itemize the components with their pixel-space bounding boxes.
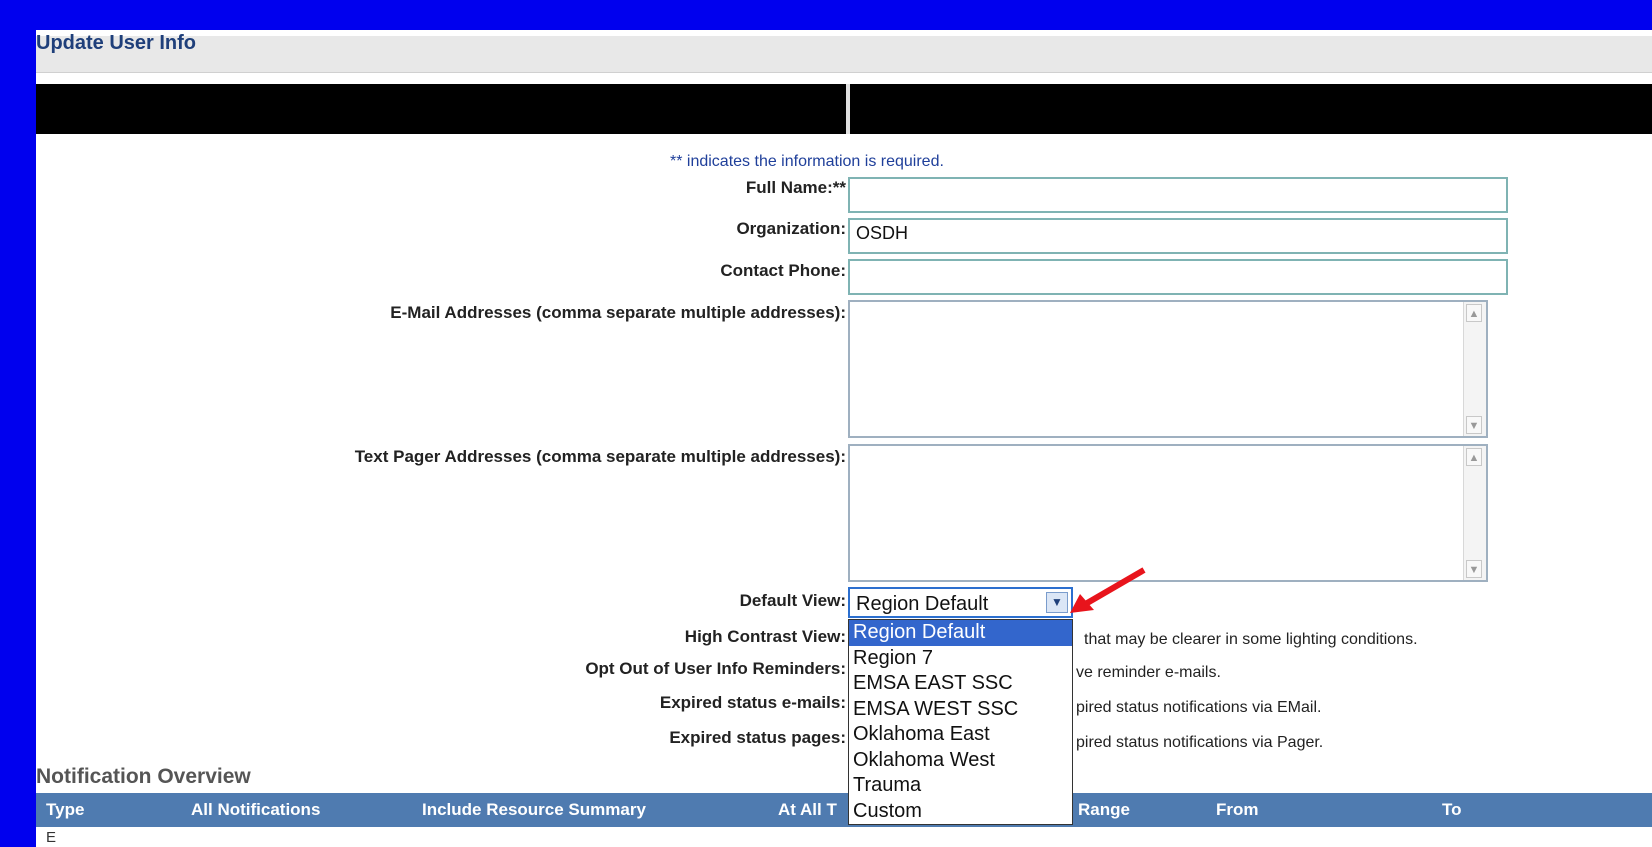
- dropdown-option[interactable]: Trauma: [849, 773, 1072, 799]
- scroll-down-icon[interactable]: ▼: [1466, 560, 1482, 578]
- dropdown-option[interactable]: Region Default: [849, 620, 1072, 646]
- pager-addresses-textarea[interactable]: ▲ ▼: [848, 444, 1488, 582]
- pager-scrollbar[interactable]: ▲ ▼: [1463, 446, 1486, 580]
- organization-label: Organization:: [736, 219, 846, 238]
- high-contrast-description: that may be clearer in some lighting con…: [1084, 631, 1418, 648]
- notification-table-header: Type All Notifications Include Resource …: [36, 793, 1652, 827]
- full-name-label: Full Name:**: [745, 178, 846, 197]
- table-row: E: [36, 827, 1652, 847]
- opt-out-description: ve reminder e-mails.: [1076, 664, 1221, 681]
- scroll-up-icon[interactable]: ▲: [1466, 448, 1482, 466]
- dropdown-option[interactable]: EMSA EAST SSC: [849, 671, 1072, 697]
- organization-input[interactable]: OSDH: [848, 218, 1508, 254]
- column-header[interactable]: At All T: [778, 800, 837, 820]
- email-addresses-textarea[interactable]: ▲ ▼: [848, 300, 1488, 438]
- expired-emails-description: pired status notifications via EMail.: [1076, 699, 1322, 716]
- title-bar: [36, 36, 1652, 73]
- column-header[interactable]: Include Resource Summary: [422, 800, 646, 820]
- row-cell: E: [46, 829, 57, 846]
- dropdown-option[interactable]: Custom: [849, 799, 1072, 825]
- contact-phone-input[interactable]: [848, 259, 1508, 295]
- column-header[interactable]: From: [1216, 800, 1259, 820]
- default-view-label: Default View:: [739, 591, 846, 610]
- chevron-down-icon[interactable]: ▼: [1046, 592, 1068, 613]
- dropdown-option[interactable]: Oklahoma East: [849, 722, 1072, 748]
- band-divider: [846, 84, 850, 134]
- email-scrollbar[interactable]: ▲ ▼: [1463, 302, 1486, 436]
- opt-out-reminders-label: Opt Out of User Info Reminders:: [585, 659, 846, 678]
- column-header[interactable]: To: [1442, 800, 1462, 820]
- required-note: ** indicates the information is required…: [670, 153, 944, 170]
- full-name-input[interactable]: [848, 177, 1508, 213]
- column-header[interactable]: Range: [1078, 800, 1130, 820]
- default-view-select[interactable]: Region Default ▼: [848, 587, 1073, 618]
- column-header[interactable]: All Notifications: [191, 800, 320, 820]
- notification-overview-title: Notification Overview: [36, 765, 251, 788]
- annotation-arrow-icon: [1070, 567, 1146, 613]
- redacted-header-band: [36, 84, 1652, 134]
- scroll-down-icon[interactable]: ▼: [1466, 416, 1482, 434]
- window-left-border: [22, 30, 36, 844]
- dropdown-option[interactable]: Oklahoma West: [849, 748, 1072, 774]
- scroll-up-icon[interactable]: ▲: [1466, 304, 1482, 322]
- default-view-selected: Region Default: [856, 593, 989, 615]
- pager-addresses-label: Text Pager Addresses (comma separate mul…: [354, 447, 846, 466]
- default-view-dropdown: Region Default Region 7 EMSA EAST SSC EM…: [848, 619, 1073, 825]
- email-addresses-label: E-Mail Addresses (comma separate multipl…: [390, 303, 846, 322]
- high-contrast-label: High Contrast View:: [684, 627, 846, 646]
- dropdown-option[interactable]: EMSA WEST SSC: [849, 697, 1072, 723]
- expired-pages-description: pired status notifications via Pager.: [1076, 734, 1324, 751]
- dropdown-option[interactable]: Region 7: [849, 646, 1072, 672]
- page-title: Update User Info: [36, 32, 197, 54]
- contact-phone-label: Contact Phone:: [720, 261, 846, 280]
- column-header[interactable]: Type: [46, 800, 84, 820]
- expired-pages-label: Expired status pages:: [669, 728, 846, 747]
- expired-emails-label: Expired status e-mails:: [659, 693, 846, 712]
